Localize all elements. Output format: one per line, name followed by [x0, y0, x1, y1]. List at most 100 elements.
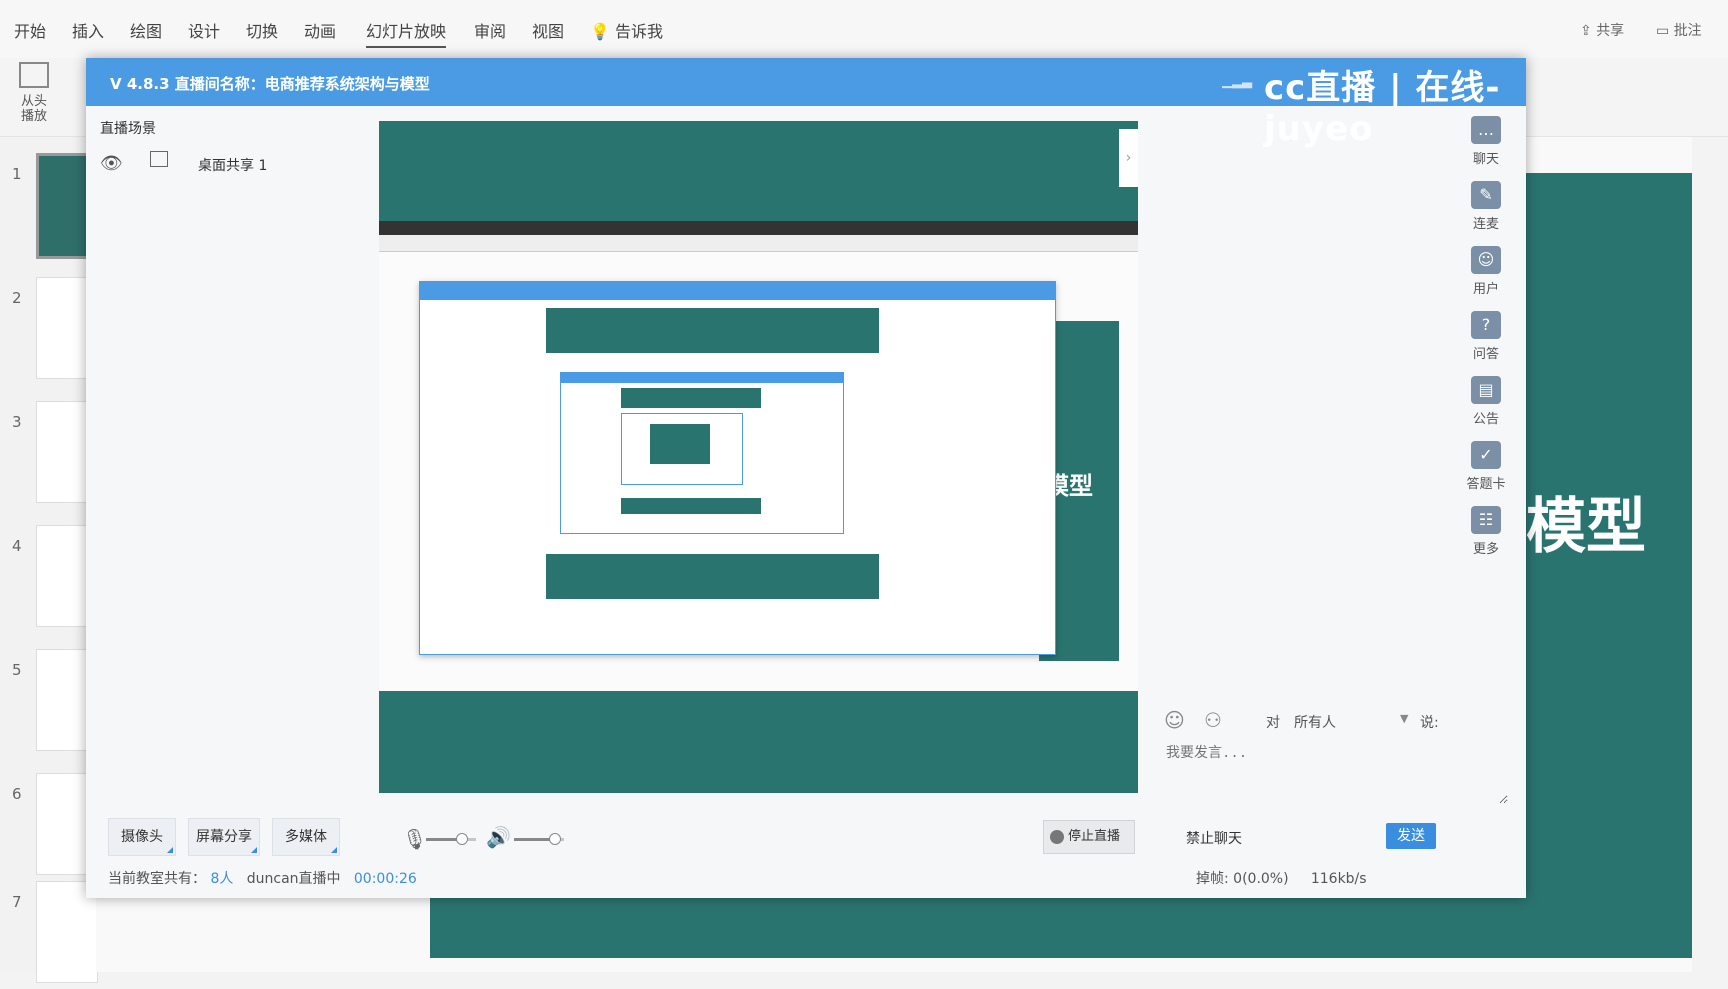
eye-icon[interactable]: 👁 [100, 153, 123, 174]
mute-chat-toggle[interactable]: 禁止聊天 [1186, 828, 1242, 848]
qa-button[interactable]: ? 问答 [1456, 311, 1516, 362]
chat-toolbar: ☺ ⚇ 对 所有人 ▼ 说: [1164, 708, 1524, 738]
tab-home[interactable]: 开始 [14, 18, 46, 42]
chat-to-label: 对 [1266, 715, 1280, 731]
share-icon: ⇪ [1580, 23, 1597, 39]
nested-window [560, 372, 844, 534]
host-status: duncan直播中 [246, 871, 341, 887]
tell-me-label: 告诉我 [615, 22, 664, 41]
tab-transitions[interactable]: 切换 [246, 18, 278, 42]
mic-volume-knob[interactable] [456, 833, 468, 845]
checklist-icon: ✓ [1471, 441, 1501, 469]
scene-item[interactable]: 👁 桌面共享 1 [100, 151, 330, 177]
slide-number: 7 [12, 893, 22, 911]
lightbulb-icon: 💡 [590, 22, 610, 41]
stream-preview: › 模型 [379, 121, 1138, 793]
room-count: 8人 [210, 871, 234, 887]
speaker-volume-fill [514, 838, 554, 841]
nested-preview-bottom [546, 554, 879, 599]
microphone-icon[interactable]: 🎙 [402, 827, 427, 851]
tab-slideshow[interactable]: 幻灯片放映 [366, 18, 447, 48]
nested-window [419, 281, 1056, 655]
chevron-right-icon[interactable]: › [1119, 129, 1138, 187]
comment-label: 批注 [1673, 23, 1702, 39]
users-button[interactable]: ☺ 用户 [1456, 246, 1516, 297]
tab-design[interactable]: 设计 [188, 18, 220, 42]
question-icon: ? [1471, 311, 1501, 339]
stop-icon [1050, 829, 1064, 844]
slide-thumb[interactable]: 7 [0, 877, 98, 989]
mic-link-button[interactable]: ✎ 连麦 [1456, 181, 1516, 232]
pencil-icon: ✎ [1471, 181, 1501, 209]
comment-button[interactable]: ▭ 批注 [1656, 20, 1702, 40]
chevron-down-icon[interactable]: ▼ [1400, 712, 1408, 725]
signal-icon: ▁▂▃ [1222, 74, 1252, 89]
send-button[interactable]: 发送 [1386, 823, 1436, 849]
qa-label: 问答 [1472, 347, 1499, 362]
comment-icon: ▭ [1656, 23, 1674, 39]
chat-icon: … [1471, 116, 1501, 144]
user-mention-icon[interactable]: ⚇ [1204, 708, 1222, 732]
tab-view[interactable]: 视图 [532, 18, 564, 42]
play-from-start-button[interactable]: 从头 播放 [14, 62, 54, 124]
chat-label: 聊天 [1472, 152, 1499, 167]
user-icon: ☺ [1471, 246, 1501, 274]
live-room-title: V 4.8.3 直播间名称：电商推荐系统架构与模型 [110, 75, 430, 93]
notice-icon: ▤ [1471, 376, 1501, 404]
slide-thumb[interactable]: 4 [0, 521, 98, 633]
slide-thumb[interactable]: 2 [0, 273, 98, 385]
tab-animations[interactable]: 动画 [304, 18, 336, 42]
slide-thumb[interactable]: 3 [0, 397, 98, 509]
slide-thumb[interactable]: 1 [0, 149, 102, 261]
tab-review[interactable]: 审阅 [474, 18, 506, 42]
slide-thumb[interactable]: 6 [0, 769, 98, 881]
nested-preview-bottom [621, 498, 761, 514]
chat-input[interactable] [1164, 740, 1508, 804]
nested-title-bar [561, 373, 843, 383]
tab-insert[interactable]: 插入 [72, 18, 104, 42]
nested-preview-top [621, 388, 761, 408]
emoji-icon[interactable]: ☺ [1164, 708, 1185, 732]
scene-item-name: 桌面共享 1 [198, 158, 268, 174]
speaker-icon[interactable]: 🔊 [486, 825, 511, 849]
camera-button[interactable]: 摄像头 [108, 818, 176, 856]
room-count-label: 当前教室共有： [108, 871, 206, 887]
nested-preview [650, 424, 710, 464]
chat-button[interactable]: … 聊天 [1456, 116, 1516, 167]
nested-title-bar [420, 282, 1055, 300]
share-button[interactable]: ⇪ 共享 [1580, 20, 1624, 40]
share-label: 共享 [1596, 23, 1625, 39]
slide-number: 2 [12, 289, 22, 307]
bitrate: 116kb/s [1310, 871, 1367, 887]
stop-live-button[interactable]: 停止直播 [1043, 820, 1135, 854]
monitor-icon [150, 151, 168, 167]
slide-number: 6 [12, 785, 22, 803]
tab-tell-me[interactable]: 💡 告诉我 [590, 18, 663, 42]
notice-label: 公告 [1472, 412, 1499, 427]
speaker-volume-knob[interactable] [549, 833, 561, 845]
live-timer: 00:00:26 [353, 871, 417, 887]
tab-draw[interactable]: 绘图 [130, 18, 162, 42]
play-from-start-label: 从头 播放 [20, 94, 47, 124]
nested-preview-top [546, 308, 879, 353]
chat-say-label: 说: [1420, 715, 1439, 731]
slide-thumb[interactable]: 5 [0, 645, 98, 757]
screen-share-button[interactable]: 屏幕分享 [188, 818, 260, 856]
more-label: 更多 [1472, 542, 1499, 557]
chat-target-select[interactable]: 所有人 [1294, 712, 1414, 732]
mic-volume-slider[interactable] [426, 833, 476, 845]
nested-window [621, 413, 743, 485]
scene-label: 直播场景 [100, 121, 156, 137]
answer-card-button[interactable]: ✓ 答题卡 [1456, 441, 1516, 492]
more-button[interactable]: ☷ 更多 [1456, 506, 1516, 557]
slide-number: 3 [12, 413, 22, 431]
preview-menubar [379, 221, 1138, 235]
live-window: V 4.8.3 直播间名称：电商推荐系统架构与模型 ▁▂▃ cc直播 | 在线-… [86, 58, 1526, 898]
multimedia-button[interactable]: 多媒体 [272, 818, 340, 856]
notice-button[interactable]: ▤ 公告 [1456, 376, 1516, 427]
slide-number: 4 [12, 537, 22, 555]
play-icon [19, 62, 49, 88]
speaker-volume-slider[interactable] [514, 833, 564, 845]
grid-icon: ☷ [1471, 506, 1501, 534]
frame-drop: 掉帧: 0(0.0%) [1196, 871, 1289, 887]
